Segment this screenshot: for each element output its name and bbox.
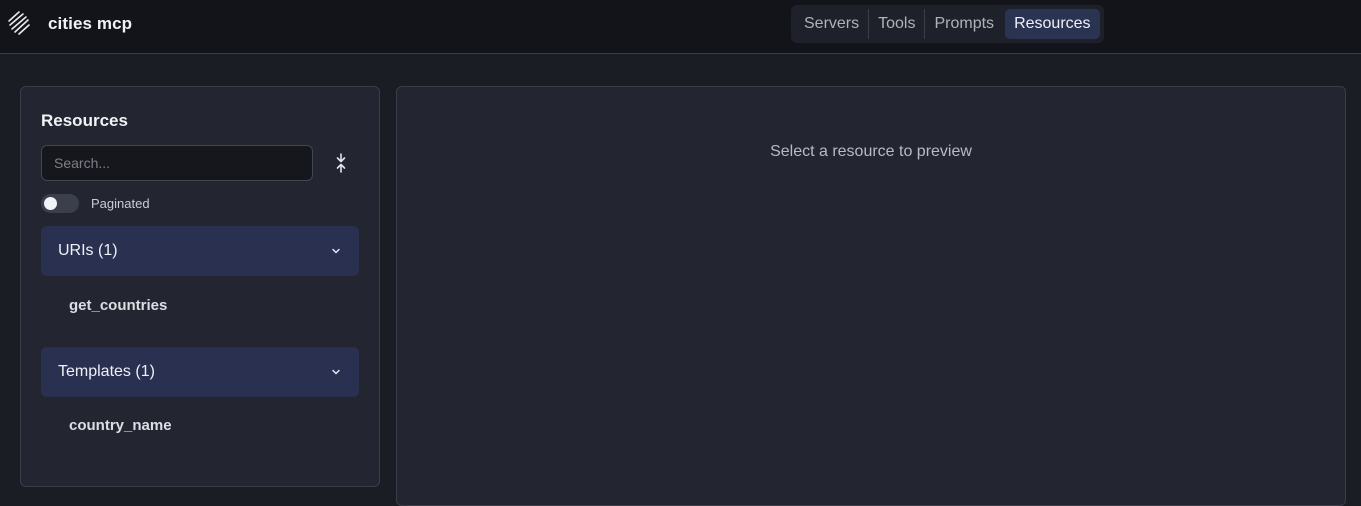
resource-item-get-countries[interactable]: get_countries [69,297,167,314]
preview-panel: Select a resource to preview [396,86,1346,506]
paginated-toggle[interactable] [41,194,79,213]
nav-prompts[interactable]: Prompts [925,9,1003,39]
app-logo-icon[interactable] [6,10,32,36]
main-nav: Servers Tools Prompts Resources [791,5,1104,43]
chevron-down-icon [332,248,340,254]
collapse-all-icon[interactable] [333,153,349,173]
nav-servers[interactable]: Servers [795,9,868,39]
template-item-country-name[interactable]: country_name [69,417,172,434]
toggle-knob [44,197,57,210]
panel-title: Resources [41,111,128,130]
resources-panel: Resources Paginated URIs (1) get_countri… [20,86,380,487]
top-bar: cities mcp Servers Tools Prompts Resourc… [0,0,1361,54]
paginated-label: Paginated [91,196,150,211]
nav-tools[interactable]: Tools [869,9,924,39]
templates-group-header[interactable]: Templates (1) [41,347,359,397]
uris-group-label: URIs (1) [58,242,118,259]
uris-group-header[interactable]: URIs (1) [41,226,359,276]
search-input[interactable] [41,145,313,181]
nav-resources[interactable]: Resources [1005,9,1100,39]
empty-preview-message: Select a resource to preview [770,143,972,160]
templates-group-label: Templates (1) [58,363,155,380]
app-title: cities mcp [48,14,133,33]
chevron-down-icon [332,369,340,375]
